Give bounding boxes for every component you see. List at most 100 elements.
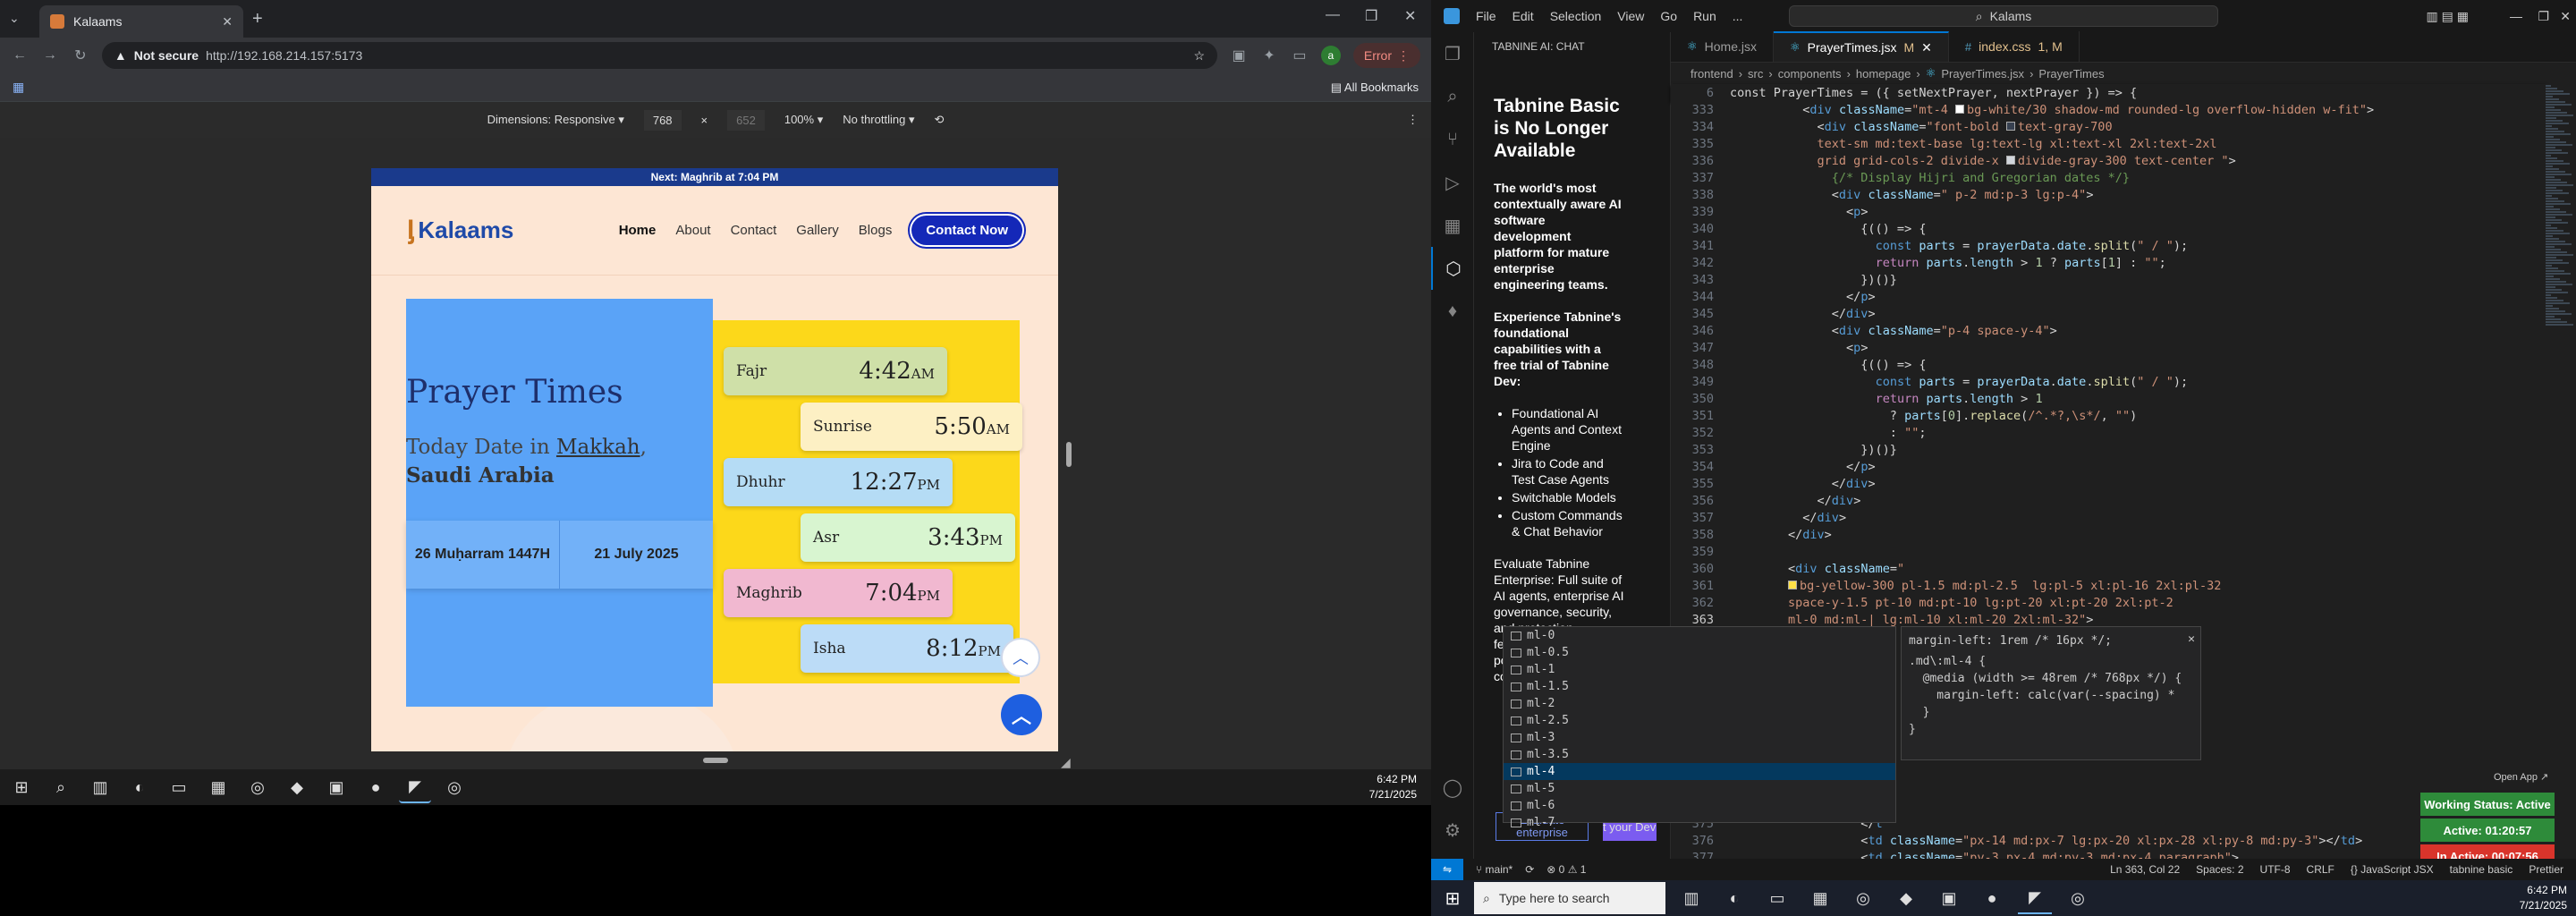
run-debug-icon[interactable]: ▷ (1431, 161, 1474, 204)
nav-contact[interactable]: Contact (731, 223, 777, 238)
breadcrumb-item[interactable]: src (1748, 67, 1763, 81)
throttling-select[interactable]: No throttling ▾ (843, 113, 914, 127)
dimensions-select[interactable]: Dimensions: Responsive ▾ (487, 113, 624, 127)
minimap[interactable] (2546, 84, 2576, 859)
suggestion-item[interactable]: ml-0.5 (1504, 644, 1895, 661)
github-icon[interactable]: ● (1975, 882, 2009, 914)
breadcrumb-item[interactable]: PrayerTimes (2038, 67, 2104, 81)
chrome-icon-2[interactable]: ◎ (438, 771, 470, 803)
zoom-select[interactable]: 100% ▾ (784, 113, 823, 127)
close-icon[interactable]: ✕ (222, 14, 233, 30)
store-icon[interactable]: ▦ (1803, 882, 1837, 914)
edge-icon[interactable]: ◐ (123, 771, 156, 803)
edge-icon[interactable]: ◐ (1717, 882, 1751, 914)
url-text[interactable]: http://192.168.214.157:5173 (206, 48, 362, 63)
reload-icon[interactable]: ↻ (72, 47, 89, 64)
suggestion-item[interactable]: ml-4 (1504, 763, 1895, 780)
breadcrumb-item[interactable]: components (1778, 67, 1842, 81)
source-control-icon[interactable]: ⑂ (1431, 118, 1474, 161)
command-center-search[interactable]: ⌕ Kalams (1789, 5, 2218, 27)
nav-blogs[interactable]: Blogs (859, 223, 893, 238)
window-close-icon[interactable]: ✕ (1404, 7, 1416, 25)
tab-home-jsx[interactable]: ⚛ Home.jsx (1671, 31, 1775, 62)
chrome-icon-2[interactable]: ◎ (2061, 882, 2095, 914)
indent-status[interactable]: Spaces: 2 (2196, 863, 2243, 876)
suggestion-item[interactable]: ml-2.5 (1504, 712, 1895, 729)
avatar[interactable]: a (1320, 46, 1341, 65)
menu-view[interactable]: View (1617, 9, 1644, 23)
eol-status[interactable]: CRLF (2307, 863, 2334, 876)
puzzle-icon[interactable]: ✦ (1260, 47, 1278, 64)
sticky-scroll-header[interactable]: 6 const PrayerTimes = ({ setNextPrayer, n… (1671, 84, 2547, 102)
rotate-icon[interactable]: ⟲ (934, 113, 944, 127)
minimize-icon[interactable]: — (2510, 9, 2522, 23)
problems-status[interactable]: ⊗ 0 ⚠ 1 (1546, 863, 1586, 876)
layout-icon[interactable]: ▥ ▤ ▦ (2427, 9, 2469, 24)
suggestion-item[interactable]: ml-1.5 (1504, 678, 1895, 695)
suggestion-item[interactable]: ml-2 (1504, 695, 1895, 712)
viewport-resize-handle[interactable] (1066, 442, 1072, 467)
menu-more[interactable]: ... (1733, 9, 1743, 23)
corner-resize-handle[interactable]: ◢ (1061, 755, 1071, 770)
suggestion-item[interactable]: ml-5 (1504, 780, 1895, 797)
width-input[interactable]: 768 (643, 109, 682, 131)
sync-icon[interactable]: ⟳ (1525, 863, 1534, 876)
not-secure-label[interactable]: Not secure (134, 48, 199, 63)
app-icon[interactable]: ◆ (281, 771, 313, 803)
taskbar-clock[interactable]: 6:42 PM 7/21/2025 (2520, 883, 2567, 913)
tab-prayertimes-jsx[interactable]: ⚛ PrayerTimes.jsx M ✕ (1774, 31, 1949, 62)
suggestion-item[interactable]: ml-3.5 (1504, 746, 1895, 763)
app-icon[interactable]: ◆ (1889, 882, 1923, 914)
suggestion-item[interactable]: ml-0 (1504, 627, 1895, 644)
all-bookmarks-link[interactable]: ▤ All Bookmarks (1331, 81, 1419, 95)
windows-start-icon[interactable]: ⊞ (1440, 886, 1465, 911)
extensions-icon[interactable]: ▦ (1431, 204, 1474, 247)
new-tab-button[interactable]: + (252, 9, 263, 30)
back-to-top-button[interactable]: ︿ (1001, 694, 1042, 735)
browser-tab-active[interactable]: Kalaams ✕ (39, 5, 243, 38)
cursor-position[interactable]: Ln 363, Col 22 (2110, 863, 2180, 876)
menu-file[interactable]: File (1476, 9, 1496, 23)
suggestion-item[interactable]: ml-7 (1504, 814, 1895, 831)
tab-index-css[interactable]: # index.css 1, M (1949, 31, 2080, 62)
breadcrumb-item[interactable]: homepage (1856, 67, 1911, 81)
window-close-icon[interactable]: ✕ (2560, 9, 2571, 24)
file-explorer-icon[interactable]: ▭ (163, 771, 195, 803)
task-view-icon[interactable]: ▥ (84, 771, 116, 803)
address-bar[interactable]: ▲ Not secure http://192.168.214.157:5173… (101, 42, 1218, 69)
file-explorer-icon[interactable]: ▭ (1760, 882, 1794, 914)
search-icon[interactable]: ⌕ (45, 771, 77, 803)
menu-selection[interactable]: Selection (1550, 9, 1602, 23)
tabnine-icon[interactable]: ⬡ (1431, 247, 1474, 290)
mongodb-leaf-icon[interactable]: ♦ (1431, 290, 1474, 333)
chrome-icon[interactable]: ◎ (242, 771, 274, 803)
taskbar-clock[interactable]: 6:42 PM 7/21/2025 (1369, 772, 1426, 802)
windows-start-icon[interactable]: ⊞ (5, 771, 38, 803)
extension-icon[interactable]: ▣ (1230, 47, 1248, 64)
language-status[interactable]: {} JavaScript JSX (2351, 863, 2434, 876)
settings-gear-icon[interactable]: ⚙ (1431, 809, 1474, 852)
suggestion-item[interactable]: ml-6 (1504, 797, 1895, 814)
menu-run[interactable]: Run (1693, 9, 1716, 23)
vscode-icon[interactable]: ◤ (2018, 882, 2052, 914)
device-more-icon[interactable]: ⋮ (1407, 113, 1419, 127)
close-icon[interactable]: ✕ (2188, 631, 2195, 648)
prettier-status[interactable]: Prettier (2529, 863, 2563, 876)
nav-gallery[interactable]: Gallery (796, 223, 839, 238)
nav-home[interactable]: Home (619, 223, 657, 238)
menu-go[interactable]: Go (1660, 9, 1677, 23)
back-icon[interactable]: ← (11, 47, 29, 64)
remote-icon[interactable]: ⇋ (1431, 859, 1463, 880)
apps-grid-icon[interactable]: ▦ (13, 80, 24, 95)
height-input[interactable]: 652 (727, 109, 765, 131)
zoom-icon[interactable]: ▣ (1932, 882, 1966, 914)
explorer-icon[interactable]: ❐ (1431, 32, 1474, 75)
task-view-icon[interactable]: ▥ (1674, 882, 1708, 914)
suggestion-item[interactable]: ml-1 (1504, 661, 1895, 678)
viewport-resize-handle-bottom[interactable] (703, 758, 728, 763)
city-link[interactable]: Makkah (556, 436, 640, 459)
zoom-icon[interactable]: ▣ (320, 771, 352, 803)
breadcrumb-item[interactable]: frontend (1690, 67, 1733, 81)
breadcrumb-item[interactable]: PrayerTimes.jsx (1941, 67, 2024, 81)
store-icon[interactable]: ▦ (202, 771, 234, 803)
